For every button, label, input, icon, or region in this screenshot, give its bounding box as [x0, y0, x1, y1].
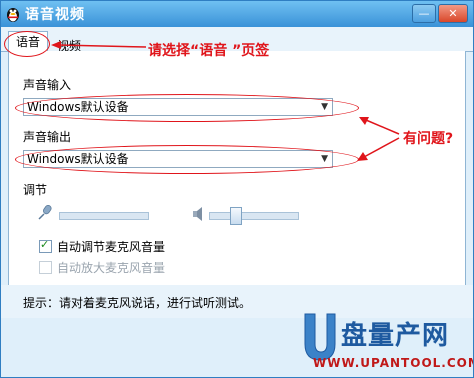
watermark-brand: 盘量产网: [341, 321, 450, 351]
voice-video-window: 语音视频 — ✕ 语音 视频 声音输入 Windows默认设备 ▼ 声音输出 W…: [0, 0, 474, 378]
watermark-url: WWW.UPANTOOL.COM: [313, 356, 474, 370]
question-annotation: 有问题?: [403, 131, 454, 147]
u-logo-icon: [304, 313, 336, 361]
tab-hint-annotation: 请选择“语音 ”页签: [148, 43, 270, 59]
watermark: 盘量产网 WWW.UPANTOOL.COM: [301, 312, 474, 377]
